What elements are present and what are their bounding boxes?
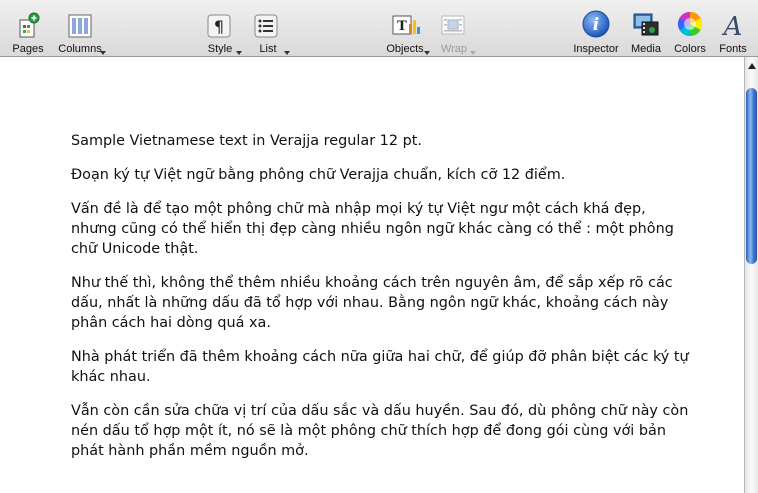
columns-icon — [64, 10, 96, 40]
fonts-icon: A — [717, 10, 749, 42]
paragraph[interactable]: Sample Vietnamese text in Verajja regula… — [71, 131, 691, 151]
pages-label: Pages — [12, 43, 44, 55]
list-icon — [252, 10, 284, 40]
media-button[interactable]: Media — [628, 0, 664, 57]
inspector-label: Inspector — [573, 43, 619, 55]
media-label: Media — [631, 43, 661, 55]
paragraph[interactable]: Vấn đề là để tạo một phông chữ mà nhập m… — [71, 199, 691, 259]
scroll-thumb[interactable] — [746, 88, 757, 264]
style-label: Style — [207, 43, 233, 55]
paragraph[interactable]: Nhà phát triển đã thêm khoảng cách nữa g… — [71, 347, 691, 387]
fonts-label: Fonts — [719, 43, 747, 55]
inspector-button[interactable]: i Inspector — [570, 0, 622, 57]
info-icon: i — [580, 10, 612, 40]
objects-icon: T — [389, 10, 421, 40]
colors-button[interactable]: Colors — [672, 0, 708, 57]
objects-dropdown-arrow-icon — [424, 51, 430, 55]
objects-button[interactable]: T Objects — [384, 0, 430, 57]
wrap-dropdown-arrow-icon — [470, 51, 476, 55]
wrap-icon — [438, 10, 470, 40]
fonts-icon-glyph: A — [722, 12, 743, 40]
style-dropdown-arrow-icon — [236, 51, 242, 55]
paragraph[interactable]: Đoạn ký tự Việt ngữ bằng phông chữ Veraj… — [71, 165, 691, 185]
svg-text:i: i — [593, 15, 599, 35]
columns-button[interactable]: Columns — [56, 0, 106, 57]
toolbar: Pages Columns ¶ Style List T Objects Wra… — [0, 0, 758, 57]
columns-dropdown-arrow-icon — [100, 51, 106, 55]
colors-label: Colors — [674, 43, 706, 55]
list-dropdown-arrow-icon — [284, 51, 290, 55]
document-body[interactable]: Sample Vietnamese text in Verajja regula… — [71, 131, 691, 475]
paragraph-style-icon: ¶ — [204, 10, 236, 40]
style-button[interactable]: ¶ Style — [204, 0, 242, 57]
wrap-label: Wrap — [440, 43, 468, 55]
columns-label: Columns — [58, 43, 102, 55]
pages-button[interactable]: Pages — [8, 0, 48, 57]
paragraph[interactable]: Như thế thì, không thể thêm nhiều khoảng… — [71, 273, 691, 333]
fonts-button[interactable]: A Fonts — [716, 0, 750, 57]
scroll-up-arrow-icon[interactable] — [748, 63, 756, 69]
paragraph[interactable]: Vẫn còn cần sửa chữa vị trí của dấu sắc … — [71, 401, 691, 461]
svg-text:T: T — [397, 19, 407, 34]
list-label: List — [259, 43, 277, 55]
style-icon-glyph: ¶ — [214, 17, 224, 36]
wrap-button[interactable]: Wrap — [438, 0, 476, 57]
document-page[interactable]: Sample Vietnamese text in Verajja regula… — [0, 57, 744, 493]
vertical-scrollbar[interactable] — [744, 57, 758, 493]
pages-icon — [12, 10, 44, 40]
list-button[interactable]: List — [252, 0, 290, 57]
objects-label: Objects — [386, 43, 424, 55]
color-wheel-icon — [674, 10, 706, 40]
media-icon — [630, 10, 662, 40]
